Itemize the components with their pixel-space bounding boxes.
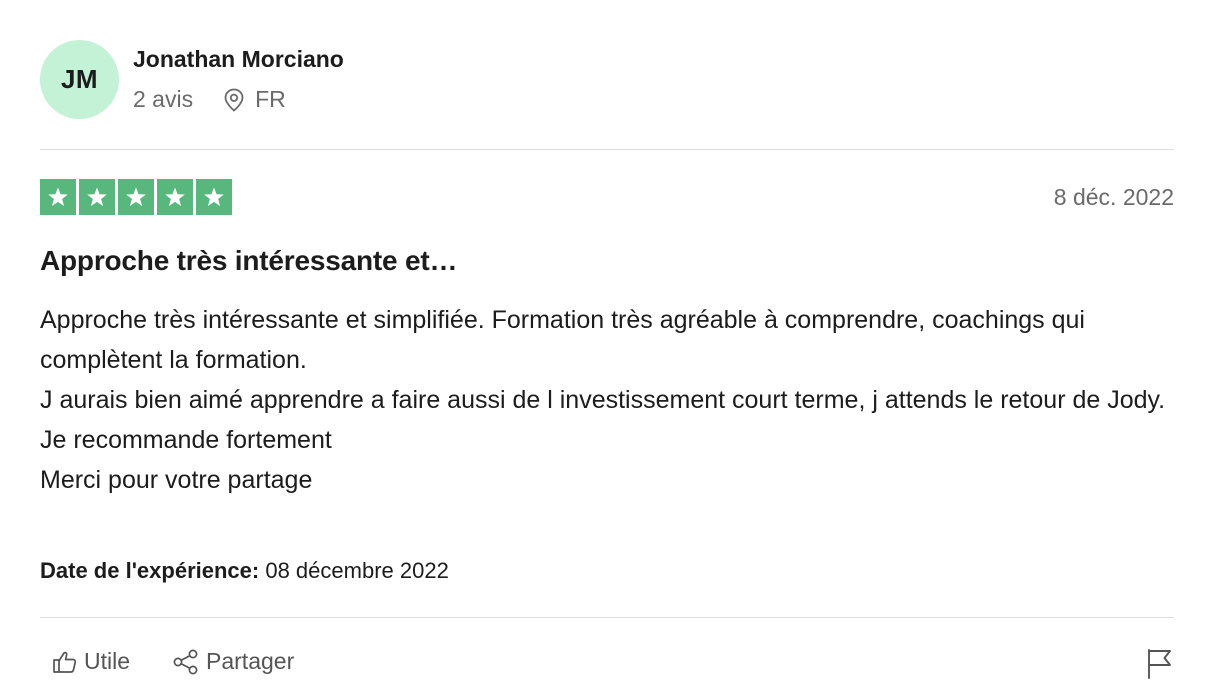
share-label: Partager — [206, 648, 295, 674]
experience-value: 08 décembre 2022 — [265, 558, 449, 583]
consumer-meta: 2 avis FR — [133, 86, 286, 113]
consumer-header: JM Jonathan Morciano 2 avis FR — [40, 40, 1174, 120]
star-rating — [40, 179, 232, 215]
review-title[interactable]: Approche très intéressante et… — [40, 245, 457, 277]
star-icon — [157, 179, 193, 215]
review-actions: Utile Partager — [52, 648, 336, 675]
report-button[interactable] — [1146, 648, 1174, 685]
location-pin-icon — [224, 88, 244, 111]
experience-date: Date de l'expérience: 08 décembre 2022 — [40, 558, 449, 584]
flag-icon — [1148, 649, 1171, 679]
divider-bottom — [40, 617, 1174, 618]
review-body-line: Je recommande fortement — [40, 426, 332, 454]
useful-button[interactable]: Utile — [52, 648, 130, 675]
reviews-count: 2 avis — [133, 86, 194, 112]
review-body-line: Merci pour votre partage — [40, 466, 313, 494]
experience-label: Date de l'expérience: — [40, 558, 260, 583]
avatar[interactable]: JM — [40, 40, 119, 119]
review-body-line: Approche très intéressante et simplifiée… — [40, 306, 1085, 374]
country-code: FR — [255, 86, 286, 112]
divider-top — [40, 149, 1174, 150]
share-button[interactable]: Partager — [172, 648, 294, 675]
star-icon — [40, 179, 76, 215]
star-icon — [196, 179, 232, 215]
consumer-name[interactable]: Jonathan Morciano — [133, 46, 344, 73]
review-body: Approche très intéressante et simplifiée… — [40, 300, 1174, 500]
share-icon — [173, 649, 198, 674]
review-card: JM Jonathan Morciano 2 avis FR 8 déc. 20… — [40, 0, 1174, 700]
review-date: 8 déc. 2022 — [1053, 184, 1174, 210]
useful-label: Utile — [84, 648, 131, 674]
consumer-location: FR — [223, 86, 286, 113]
review-body-line: J aurais bien aimé apprendre a faire aus… — [40, 386, 1166, 414]
star-icon — [118, 179, 154, 215]
thumbs-up-icon — [53, 651, 77, 673]
star-icon — [79, 179, 115, 215]
